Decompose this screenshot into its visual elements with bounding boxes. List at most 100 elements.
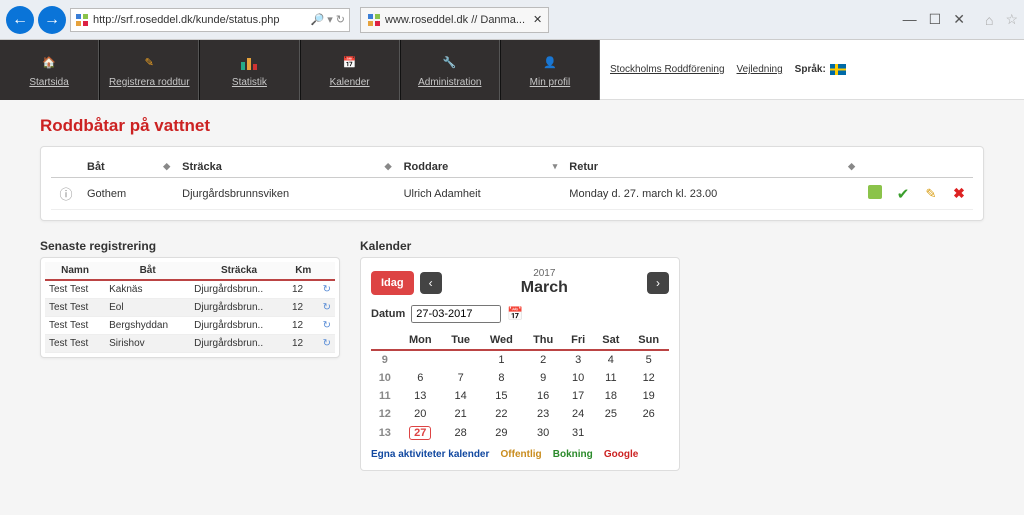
cal-day[interactable]: 30 — [523, 423, 563, 443]
refresh-icon[interactable]: ↻ — [323, 302, 331, 313]
next-month-button[interactable]: › — [647, 272, 669, 294]
delete-icon[interactable]: ✖ — [953, 185, 965, 201]
forward-button[interactable]: → — [38, 6, 66, 34]
search-ref-icon[interactable]: 🔎 ▾ ↻ — [310, 13, 345, 26]
tab-title: www.roseddel.dk // Danma... — [385, 14, 525, 26]
cal-day[interactable]: 3 — [563, 350, 593, 369]
cal-day[interactable]: 10 — [563, 369, 593, 387]
maximize-button[interactable]: ☐ — [929, 11, 942, 28]
legend-own[interactable]: Egna aktiviteter kalender — [371, 449, 489, 460]
week-num: 12 — [371, 405, 399, 423]
browser-tab[interactable]: www.roseddel.dk // Danma... ✕ — [360, 7, 549, 33]
home-icon: 🏠 — [42, 53, 56, 73]
week-num: 10 — [371, 369, 399, 387]
recent-row[interactable]: Test TestSirishovDjurgårdsbrun..12↻ — [45, 335, 335, 353]
cal-day[interactable]: 22 — [479, 405, 523, 423]
cal-day[interactable]: 20 — [399, 405, 442, 423]
cal-day[interactable]: 27 — [399, 423, 442, 443]
col-stracka2[interactable]: Sträcka — [190, 262, 288, 280]
refresh-icon[interactable]: ↻ — [323, 338, 331, 349]
cal-day[interactable] — [399, 350, 442, 369]
cal-day[interactable]: 4 — [593, 350, 628, 369]
cal-day[interactable]: 8 — [479, 369, 523, 387]
language-selector[interactable]: Språk: — [795, 64, 846, 75]
legend-bok[interactable]: Bokning — [553, 449, 593, 460]
cal-day[interactable]: 29 — [479, 423, 523, 443]
legend-off[interactable]: Offentlig — [501, 449, 542, 460]
nav-kalender[interactable]: 📅 Kalender — [300, 40, 400, 100]
status-icon[interactable] — [868, 185, 882, 199]
month-title: 2017 March — [448, 268, 641, 297]
cal-day[interactable]: 2 — [523, 350, 563, 369]
nav-startsida[interactable]: 🏠 Startsida — [0, 40, 99, 100]
flag-sweden-icon — [830, 64, 846, 75]
week-num: 11 — [371, 387, 399, 405]
nav-registrera[interactable]: ✎ Registrera roddtur — [99, 40, 199, 100]
close-tab-icon[interactable]: ✕ — [533, 13, 542, 26]
tiles-icon — [367, 13, 381, 27]
cal-day[interactable]: 9 — [523, 369, 563, 387]
boat-row[interactable]: ⓘ Gothem Djurgårdsbrunnsviken Ulrich Ada… — [51, 178, 973, 210]
date-input[interactable] — [411, 305, 501, 323]
help-link[interactable]: Vejledning — [737, 64, 783, 75]
col-namn[interactable]: Namn — [45, 262, 105, 280]
cal-day[interactable]: 11 — [593, 369, 628, 387]
col-roddare[interactable]: Roddare▾ — [398, 157, 564, 178]
recent-row[interactable]: Test TestKaknäsDjurgårdsbrun..12↻ — [45, 280, 335, 299]
info-icon[interactable]: ⓘ — [59, 187, 72, 202]
recent-row[interactable]: Test TestBergshyddanDjurgårdsbrun..12↻ — [45, 317, 335, 335]
refresh-icon[interactable]: ↻ — [323, 284, 331, 295]
url-text[interactable]: http://srf.roseddel.dk/kunde/status.php — [93, 14, 306, 26]
nav-admin[interactable]: 🔧 Administration — [400, 40, 500, 100]
date-label: Datum — [371, 308, 405, 320]
cal-day[interactable]: 14 — [442, 387, 479, 405]
cal-day[interactable]: 5 — [628, 350, 669, 369]
cal-day[interactable]: 17 — [563, 387, 593, 405]
cal-day[interactable]: 6 — [399, 369, 442, 387]
datepicker-icon[interactable]: 📅 — [507, 306, 523, 322]
check-icon[interactable]: ✔ — [897, 186, 910, 203]
cal-day[interactable]: 21 — [442, 405, 479, 423]
cal-day[interactable]: 23 — [523, 405, 563, 423]
col-retur[interactable]: Retur◆ — [563, 157, 861, 178]
back-button[interactable]: ← — [6, 6, 34, 34]
cal-day[interactable]: 24 — [563, 405, 593, 423]
col-boat[interactable]: Båt◆ — [81, 157, 176, 178]
club-link[interactable]: Stockholms Roddförening — [610, 64, 725, 75]
cal-day[interactable]: 7 — [442, 369, 479, 387]
cal-day[interactable]: 28 — [442, 423, 479, 443]
cal-day[interactable]: 16 — [523, 387, 563, 405]
cal-day[interactable] — [628, 423, 669, 443]
favorite-icon[interactable]: ☆ — [1005, 11, 1018, 28]
legend-goo[interactable]: Google — [604, 449, 638, 460]
col-stracka[interactable]: Sträcka◆ — [176, 157, 397, 178]
nav-statistik[interactable]: Statistik — [199, 40, 299, 100]
cal-day[interactable] — [593, 423, 628, 443]
user-icon: 👤 — [543, 53, 557, 73]
cal-day[interactable]: 1 — [479, 350, 523, 369]
edit-icon[interactable]: ✎ — [926, 186, 937, 201]
nav-profil[interactable]: 👤 Min profil — [500, 40, 600, 100]
prev-month-button[interactable]: ‹ — [420, 272, 442, 294]
today-button[interactable]: Idag — [371, 271, 414, 295]
minimize-button[interactable]: — — [903, 11, 917, 28]
col-km[interactable]: Km — [288, 262, 319, 280]
close-button[interactable]: ✕ — [953, 11, 965, 28]
cal-day[interactable]: 18 — [593, 387, 628, 405]
cal-day[interactable]: 25 — [593, 405, 628, 423]
cal-day[interactable]: 26 — [628, 405, 669, 423]
wrench-icon: 🔧 — [443, 53, 457, 73]
col-bat[interactable]: Båt — [105, 262, 190, 280]
cal-day[interactable]: 15 — [479, 387, 523, 405]
cal-day[interactable]: 13 — [399, 387, 442, 405]
page-title: Roddbåtar på vattnet — [40, 116, 984, 136]
cal-day[interactable] — [442, 350, 479, 369]
home-icon[interactable]: ⌂ — [985, 12, 993, 28]
bar-chart-icon — [240, 53, 258, 73]
cal-day[interactable]: 31 — [563, 423, 593, 443]
recent-title: Senaste registrering — [40, 239, 340, 253]
cal-day[interactable]: 19 — [628, 387, 669, 405]
cal-day[interactable]: 12 — [628, 369, 669, 387]
refresh-icon[interactable]: ↻ — [323, 320, 331, 331]
recent-row[interactable]: Test TestEolDjurgårdsbrun..12↻ — [45, 299, 335, 317]
